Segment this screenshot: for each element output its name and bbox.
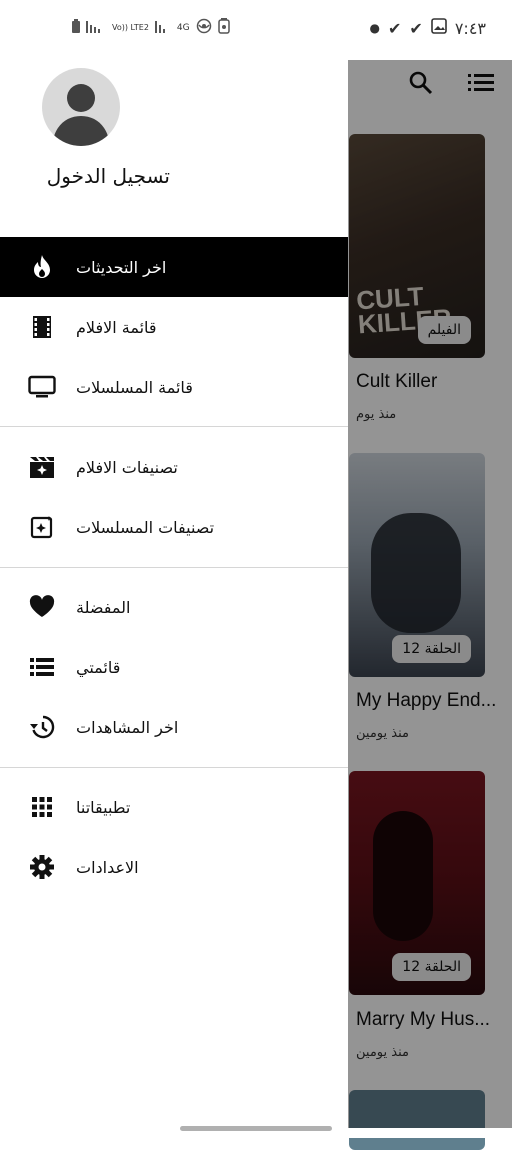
image-icon — [431, 18, 447, 38]
drawer-item-settings[interactable]: الاعدادات — [0, 837, 348, 897]
drawer-item-series-categories[interactable]: تصنيفات المسلسلات — [0, 497, 348, 557]
drawer-item-movies-list[interactable]: قائمة الافلام — [0, 297, 348, 357]
drawer-item-label: تصنيفات الافلام — [76, 457, 178, 477]
check-icon: ✔︎ — [388, 18, 402, 38]
drawer-item-label: تصنيفات المسلسلات — [76, 517, 215, 537]
history-icon — [28, 713, 56, 741]
drawer-item-series-list[interactable]: قائمة المسلسلات — [0, 357, 348, 417]
drawer-item-movie-categories[interactable]: تصنيفات الافلام — [0, 437, 348, 497]
tv-icon — [28, 373, 56, 401]
list-icon — [28, 653, 56, 681]
divider — [0, 767, 348, 768]
battery-saver-icon — [217, 18, 230, 37]
drawer-item-label: قائمة المسلسلات — [76, 377, 193, 397]
hotspot-icon — [196, 18, 212, 37]
drawer-item-label: الاعدادات — [76, 857, 139, 877]
drawer-item-history[interactable]: اخر المشاهدات — [0, 697, 348, 757]
flame-icon — [28, 253, 56, 281]
login-label[interactable]: تسجيل الدخول — [47, 164, 170, 188]
movie-sparkle-icon — [28, 453, 56, 481]
navigation-drawer: تسجيل الدخول اخر التحديثات قائمة الافلام… — [0, 48, 348, 1128]
drawer-item-favorites[interactable]: المفضلة — [0, 577, 348, 637]
drawer-item-label: قائمتي — [76, 657, 121, 677]
drawer-item-label: قائمة الافلام — [76, 317, 157, 337]
drawer-item-our-apps[interactable]: تطبيقاتنا — [0, 777, 348, 837]
sparkle-box-icon — [28, 513, 56, 541]
avatar[interactable] — [42, 68, 120, 146]
drawer-item-latest-updates[interactable]: اخر التحديثات — [0, 237, 348, 297]
battery-icon — [72, 19, 80, 36]
dot-icon: ● — [369, 21, 381, 35]
divider — [0, 426, 348, 427]
network-label: Vo)) LTE2 — [112, 23, 149, 32]
drawer-item-label: اخر المشاهدات — [76, 717, 179, 737]
status-icons-left: Vo)) LTE2 4G — [72, 18, 230, 37]
drawer-item-label: المفضلة — [76, 597, 131, 617]
status-icons-right: ● ✔︎ ✔︎ ٧:٤٣ — [370, 18, 486, 38]
signal-icon — [86, 19, 106, 36]
network-4g-label: 4G — [176, 22, 190, 33]
heart-icon — [28, 593, 56, 621]
signal-icon-2 — [154, 19, 171, 36]
home-gesture-handle[interactable] — [180, 1126, 332, 1131]
drawer-item-my-list[interactable]: قائمتي — [0, 637, 348, 697]
drawer-item-label: تطبيقاتنا — [76, 797, 131, 817]
apps-grid-icon — [28, 793, 56, 821]
film-icon — [28, 313, 56, 341]
clock-time: ٧:٤٣ — [454, 18, 486, 38]
status-bar: Vo)) LTE2 4G ● ✔︎ ✔︎ ٧:٤٣ — [0, 0, 512, 60]
check-icon-2: ✔︎ — [409, 18, 423, 38]
drawer-item-label: اخر التحديثات — [76, 257, 167, 277]
gear-icon — [28, 853, 56, 881]
divider — [0, 567, 348, 568]
